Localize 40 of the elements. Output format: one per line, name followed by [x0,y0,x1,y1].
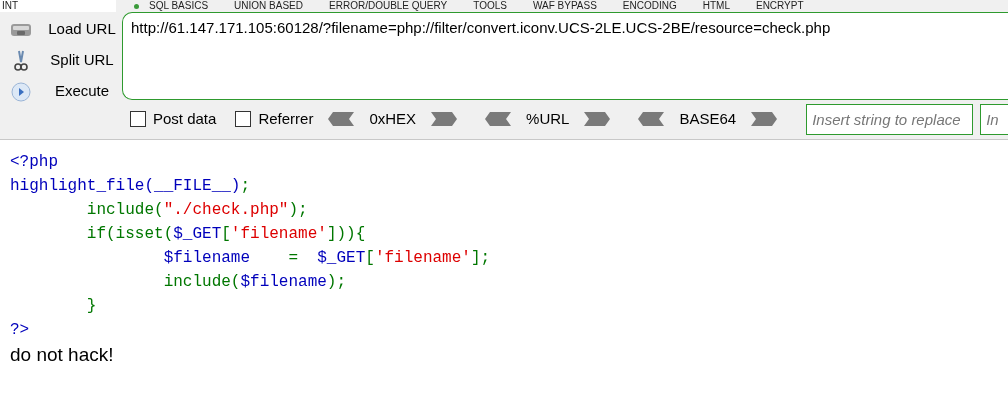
url-field[interactable]: http://61.147.171.105:60128/?filename=php://filter/convert.iconv.UCS-2LE.UCS-2BE/resource=check.php [122,12,1008,100]
code-line: } [85,296,97,317]
encoder-button[interactable]: %URL [526,107,570,131]
toolbar-button[interactable]: Split URL [42,49,122,72]
code-line: include($filename); [162,272,347,293]
menu-item[interactable]: TOOLS [473,0,507,12]
encode-arrow-icon[interactable] [430,111,459,127]
toolbar-button[interactable]: Load URL [42,18,122,41]
menu-item[interactable]: WAF BYPASS [532,0,597,12]
menu-item[interactable]: ENCODING [622,0,677,12]
play-icon [11,81,31,102]
code-line: ?> [10,320,30,341]
checkbox-label: Referrer [258,108,314,129]
code-line: if(isset($_GET['filename'])){ [85,224,366,245]
code-line: <?php [10,152,58,173]
menu-item[interactable]: ERROR/DOUBLE QUERY [329,0,448,12]
menu-item[interactable]: UNION BASED [234,0,303,12]
encoder-button[interactable]: 0xHEX [369,107,417,131]
checkbox[interactable] [130,111,146,127]
code-line: highlight_file(__FILE__); [10,176,251,197]
encode-arrow-icon[interactable] [583,111,612,127]
decode-arrow-icon[interactable] [637,111,666,127]
mode-selector[interactable]: INT [0,0,116,12]
decode-arrow-icon[interactable] [327,111,356,127]
replace-field[interactable]: In [980,103,1008,135]
toolbar-button[interactable]: Execute [42,80,122,103]
scissors-icon [14,49,28,72]
menu-item[interactable]: SQL BASICS [149,0,209,12]
checkbox-label: Post data [153,108,217,129]
encode-arrow-icon[interactable] [750,111,779,127]
checkbox[interactable] [235,111,252,127]
menu-item[interactable]: ENCRYPT [755,0,804,12]
output-text: do not hack! [9,343,114,367]
code-line: include("./check.php"); [85,200,308,221]
replace-field[interactable]: Insert string to replace [806,103,974,135]
menu-item[interactable]: HTML [702,0,730,12]
decode-arrow-icon[interactable] [484,111,513,127]
encoder-button[interactable]: BASE64 [679,107,737,131]
drive-icon [10,21,32,38]
code-line: $filename = $_GET['filename']; [162,248,491,269]
